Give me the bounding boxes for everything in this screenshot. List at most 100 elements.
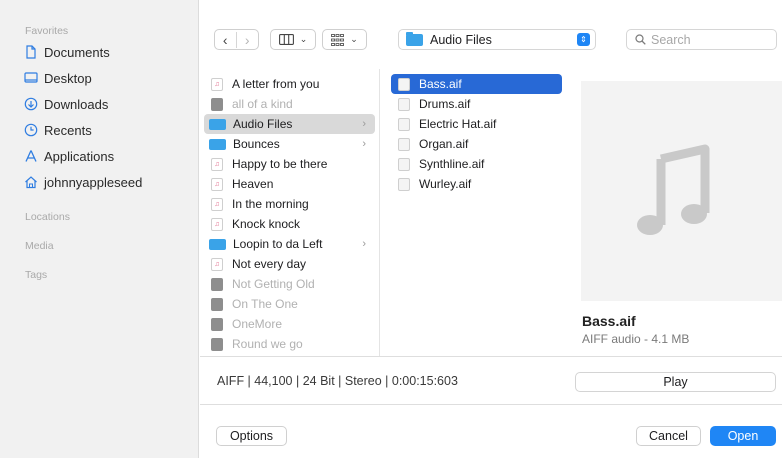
project-file-icon [211, 277, 223, 291]
list-item-label: Drums.aif [419, 97, 471, 111]
sidebar: Favorites Documents Desktop Downloads Re… [0, 0, 199, 458]
clock-icon [24, 123, 38, 137]
sidebar-item-label: Recents [44, 122, 92, 138]
sidebar-item-recents[interactable]: Recents [24, 118, 92, 142]
list-item-label: Happy to be there [232, 157, 328, 171]
sidebar-item-label: johnnyappleseed [44, 174, 143, 190]
search-placeholder: Search [651, 32, 691, 47]
desktop-icon [24, 72, 38, 83]
list-item[interactable]: OneMore [204, 314, 375, 334]
list-item-bounces[interactable]: Bounces › [204, 134, 375, 154]
open-button[interactable]: Open [710, 426, 776, 446]
list-item-bass[interactable]: Bass.aif [391, 74, 562, 94]
list-item-label: Audio Files [233, 117, 293, 131]
location-popup[interactable]: Audio Files ⇕ [398, 29, 596, 50]
downloads-icon [24, 97, 38, 111]
list-item[interactable]: ♫ In the morning [204, 194, 375, 214]
cancel-button[interactable]: Cancel [636, 426, 701, 446]
applications-icon [25, 150, 37, 162]
sidebar-item-downloads[interactable]: Downloads [24, 92, 108, 116]
list-item-label: Loopin to da Left [233, 237, 323, 251]
audio-file-icon: ♫ [211, 217, 223, 231]
project-file-icon [211, 337, 223, 351]
divider [200, 356, 782, 357]
back-forward-control: ‹ › [214, 29, 259, 50]
preview-fileinfo: AIFF audio - 4.1 MB [582, 332, 690, 346]
group-button[interactable]: ⌄ [322, 29, 367, 50]
list-item-label: Not every day [232, 257, 307, 271]
audio-file-icon: ♫ [211, 77, 223, 91]
play-button[interactable]: Play [575, 372, 776, 392]
sidebar-item-label: Documents [44, 44, 110, 60]
project-file-icon [211, 297, 223, 311]
browser-column-2: Bass.aif Drums.aif Electric Hat.aif Orga… [381, 69, 566, 356]
list-item[interactable]: On The One [204, 294, 375, 314]
folder-icon [406, 31, 423, 46]
list-item[interactable]: Not Getting Old [204, 274, 375, 294]
options-button[interactable]: Options [216, 426, 287, 446]
list-item[interactable]: ♫ A letter from you [204, 74, 375, 94]
list-item-label: Wurley.aif [419, 177, 472, 191]
updown-icon: ⇕ [577, 33, 590, 46]
locations-header[interactable]: Locations [25, 211, 70, 223]
list-item[interactable]: ♫ Heaven [204, 174, 375, 194]
list-item[interactable]: all of a kind [204, 94, 375, 114]
favorites-header: Favorites [25, 25, 69, 37]
document-icon [26, 45, 36, 59]
list-item-audio-files[interactable]: Audio Files › [204, 114, 375, 134]
column-view-icon [278, 34, 294, 45]
audio-info: AIFF | 44,100 | 24 Bit | Stereo | 0:00:1… [217, 374, 458, 388]
list-item[interactable]: Synthline.aif [391, 154, 562, 174]
list-item[interactable]: Wurley.aif [391, 174, 562, 194]
search-icon [635, 34, 646, 45]
list-item-label: Bounces [233, 137, 280, 151]
browser-column-1: ♫ A letter from you all of a kind Audio F… [200, 69, 380, 356]
audio-file-icon: ♫ [211, 197, 223, 211]
list-item-label: Bass.aif [419, 77, 462, 91]
preview-area [581, 81, 782, 301]
list-item-label: Heaven [232, 177, 274, 191]
list-item-label: all of a kind [232, 97, 293, 111]
media-header[interactable]: Media [25, 240, 54, 252]
view-mode-button[interactable]: ⌄ [270, 29, 316, 50]
aiff-file-icon [398, 177, 410, 191]
chevron-right-icon[interactable]: › [237, 32, 258, 48]
chevron-down-icon: ⌄ [299, 34, 308, 44]
list-item-label: Round we go [232, 337, 303, 351]
list-item[interactable]: Electric Hat.aif [391, 114, 562, 134]
sidebar-item-desktop[interactable]: Desktop [24, 66, 92, 90]
folder-icon [209, 238, 226, 250]
project-file-icon [211, 317, 223, 331]
sidebar-item-home[interactable]: johnnyappleseed [24, 170, 142, 194]
aiff-file-icon [398, 117, 410, 131]
list-item[interactable]: Round we go [204, 334, 375, 354]
music-note-icon [637, 144, 710, 235]
home-icon [25, 176, 37, 189]
aiff-file-icon [398, 77, 410, 91]
aiff-file-icon [398, 137, 410, 151]
tags-header[interactable]: Tags [25, 269, 47, 281]
list-item-label: Electric Hat.aif [419, 117, 497, 131]
list-item-loopin[interactable]: Loopin to da Left › [204, 234, 375, 254]
chevron-right-icon: › [362, 118, 366, 130]
sidebar-item-documents[interactable]: Documents [24, 40, 110, 64]
list-item-label: In the morning [232, 197, 309, 211]
list-item-label: A letter from you [232, 77, 320, 91]
list-item[interactable]: ♫ Not every day [204, 254, 375, 274]
folder-icon [209, 138, 226, 150]
chevron-right-icon: › [362, 238, 366, 250]
list-item[interactable]: Organ.aif [391, 134, 562, 154]
project-file-icon [211, 97, 223, 111]
sidebar-item-label: Applications [44, 148, 115, 164]
location-label: Audio Files [430, 32, 492, 47]
sidebar-item-applications[interactable]: Applications [24, 144, 114, 168]
chevron-left-icon[interactable]: ‹ [215, 31, 237, 48]
list-item-label: On The One [232, 297, 298, 311]
list-item[interactable]: ♫ Knock knock [204, 214, 375, 234]
list-item-label: OneMore [232, 317, 283, 331]
search-field[interactable]: Search [626, 29, 777, 50]
folder-icon [209, 118, 226, 130]
preview-filename: Bass.aif [582, 313, 636, 329]
list-item[interactable]: Drums.aif [391, 94, 562, 114]
list-item[interactable]: ♫ Happy to be there [204, 154, 375, 174]
